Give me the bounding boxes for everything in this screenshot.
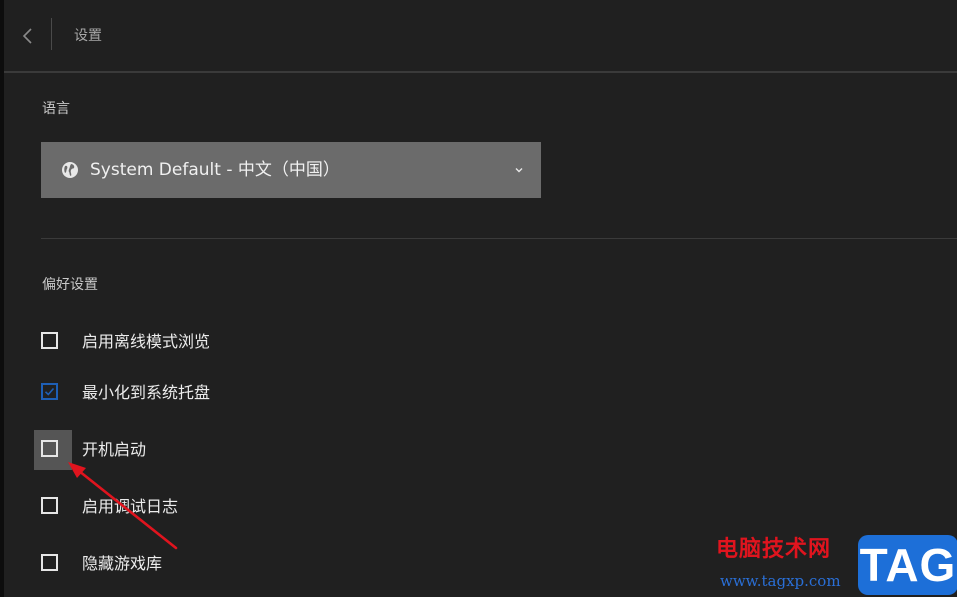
page-title: 设置 bbox=[74, 28, 102, 44]
checkmark-icon bbox=[44, 387, 55, 396]
watermark-logo: TAG bbox=[858, 535, 957, 595]
header-divider bbox=[51, 18, 52, 50]
watermark-site-name: 电脑技术网 bbox=[716, 537, 832, 562]
preferences-section-label: 偏好设置 bbox=[42, 277, 98, 293]
language-select[interactable]: System Default - 中文（中国） bbox=[41, 142, 541, 198]
option-label: 最小化到系统托盘 bbox=[82, 383, 211, 402]
header-separator bbox=[4, 71, 957, 73]
watermark-badge-text: TAG bbox=[859, 539, 957, 591]
debug-logging-checkbox[interactable] bbox=[41, 497, 58, 514]
offline-mode-checkbox[interactable] bbox=[41, 332, 58, 349]
header-bar: 设置 bbox=[4, 0, 957, 71]
globe-icon bbox=[62, 162, 78, 178]
watermark: 电脑技术网 www.tagxp.com TAG bbox=[712, 533, 957, 597]
annotation-arrow-icon bbox=[68, 462, 178, 550]
chevron-down-icon bbox=[515, 168, 523, 173]
minimize-to-tray-checkbox[interactable] bbox=[41, 383, 58, 400]
launch-on-startup-checkbox[interactable] bbox=[41, 440, 58, 457]
option-label: 开机启动 bbox=[82, 440, 147, 459]
option-label: 启用离线模式浏览 bbox=[82, 332, 211, 351]
language-select-value: System Default - 中文（中国） bbox=[90, 160, 340, 180]
language-section-label: 语言 bbox=[42, 101, 70, 117]
watermark-url: www.tagxp.com bbox=[720, 572, 841, 590]
option-label: 隐藏游戏库 bbox=[82, 554, 163, 573]
section-divider bbox=[41, 238, 957, 239]
hide-library-checkbox[interactable] bbox=[41, 554, 58, 571]
settings-window: 设置 语言 System Default - 中文（中国） 偏好设置 启用离线模… bbox=[4, 0, 957, 597]
back-button[interactable] bbox=[14, 18, 42, 54]
checkbox-container bbox=[34, 373, 72, 413]
chevron-left-icon bbox=[22, 28, 32, 44]
checkbox-container bbox=[34, 322, 72, 362]
